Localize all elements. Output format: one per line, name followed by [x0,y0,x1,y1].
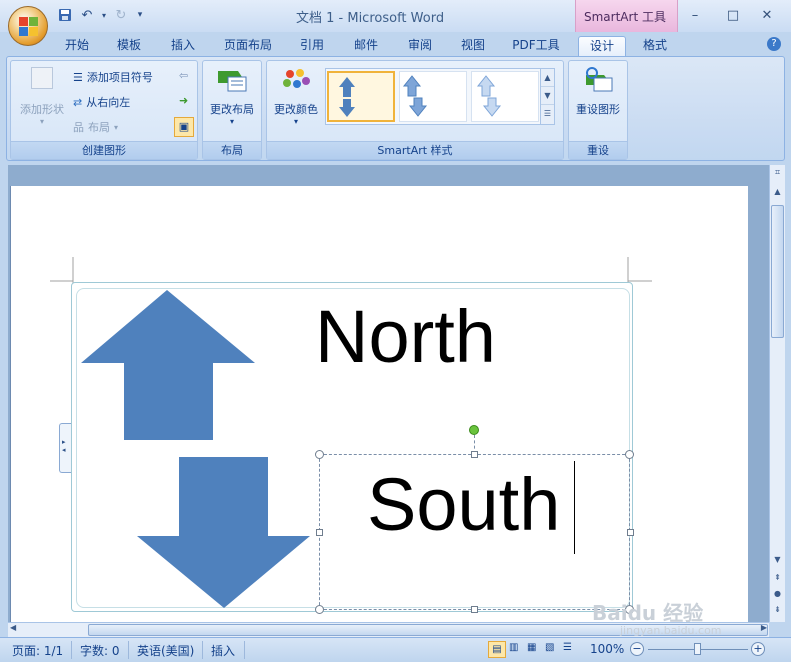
office-button[interactable] [8,6,48,46]
resize-handle-top[interactable] [471,451,478,458]
scroll-right-icon[interactable]: ▶ [761,623,767,632]
office-logo-icon [19,17,39,37]
draft-view-icon[interactable]: ☰ [563,642,572,653]
zoom-slider-thumb[interactable] [694,643,701,655]
up-arrow-shape[interactable] [81,290,255,440]
resize-handle-bottom-left[interactable] [315,605,324,614]
vertical-scrollbar[interactable]: ⌗ ▲ ▼ ⇞ ● ⇟ [769,165,785,622]
resize-handle-right[interactable] [627,529,634,536]
ruler-toggle-icon[interactable]: ⌗ [771,168,784,182]
full-screen-reading-view-icon[interactable]: ▥ [509,642,518,653]
outline-view-icon[interactable]: ▧ [545,642,554,653]
resize-handle-left[interactable] [316,529,323,536]
resize-handle-top-left[interactable] [315,450,324,459]
print-layout-view-icon[interactable]: ▤ [488,641,506,658]
language-indicator[interactable]: 英语(美国) [137,642,194,659]
resize-handle-bottom[interactable] [471,606,478,613]
scroll-down-icon[interactable]: ▼ [771,555,784,569]
word-count[interactable]: 字数: 0 [80,642,120,659]
baidu-watermark: Baidu 经验 [592,601,704,625]
zoom-level[interactable]: 100% [590,642,624,656]
next-page-icon[interactable]: ⇟ [771,605,784,619]
vertical-scroll-thumb[interactable] [771,205,784,338]
selected-shape-box[interactable] [319,454,630,610]
web-layout-view-icon[interactable]: ▦ [527,642,536,653]
down-arrow-shape[interactable] [137,457,310,608]
rotation-handle[interactable] [469,425,479,435]
zoom-in-icon[interactable]: + [751,642,765,656]
scroll-up-icon[interactable]: ▲ [771,187,784,201]
resize-handle-top-right[interactable] [625,450,634,459]
select-browse-object-icon[interactable]: ● [771,589,784,603]
status-separator [128,641,129,659]
previous-page-icon[interactable]: ⇞ [771,573,784,587]
status-separator [244,641,245,659]
page-count[interactable]: 页面: 1/1 [12,642,63,659]
north-text[interactable]: North [315,294,496,379]
status-bar: 页面: 1/1 字数: 0 英语(美国) 插入 ▤ ▥ ▦ ▧ ☰ 100% −… [0,637,791,662]
status-separator [71,641,72,659]
zoom-out-icon[interactable]: − [630,642,644,656]
status-separator [202,641,203,659]
scroll-left-icon[interactable]: ◀ [10,623,16,632]
insert-mode-indicator[interactable]: 插入 [211,642,235,659]
baidu-watermark-url: jingyan.baidu.com [620,624,722,637]
